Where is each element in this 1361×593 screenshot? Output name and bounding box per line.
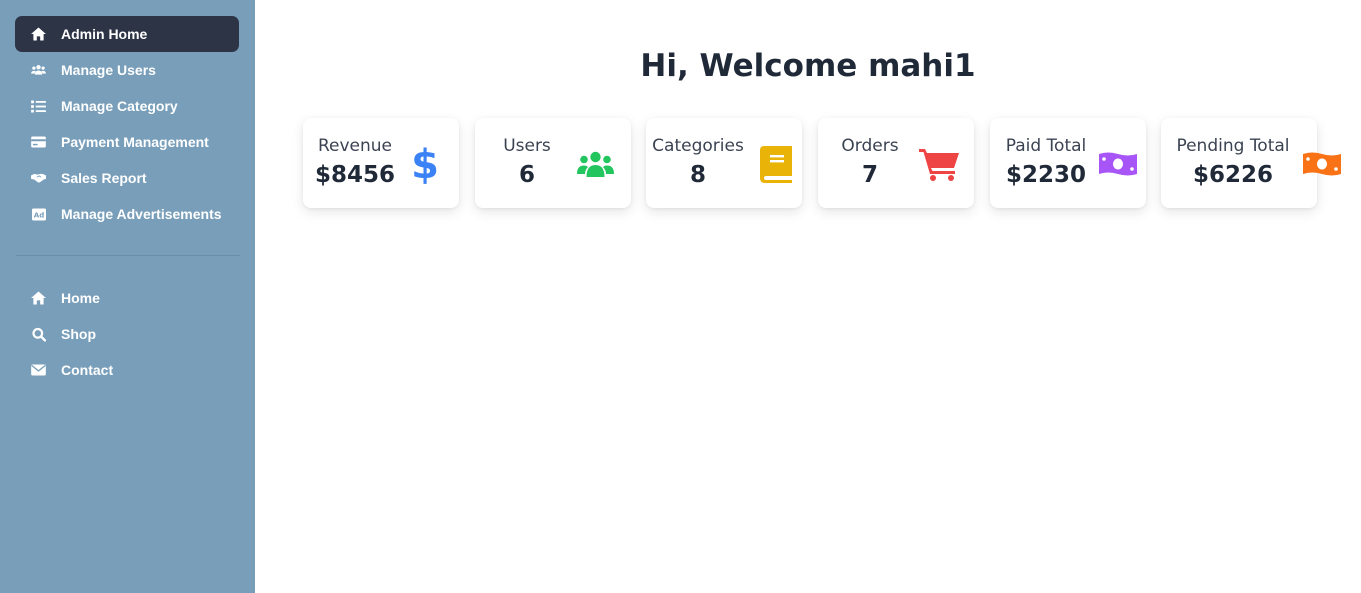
main-content: Hi, Welcome mahi1 Revenue $8456 $ Users …	[255, 0, 1361, 593]
sidebar-item-admin-home[interactable]: Admin Home	[15, 16, 239, 52]
ad-icon: Ad	[31, 207, 46, 222]
stat-card-text: Pending Total $6226	[1161, 136, 1305, 188]
sidebar-item-label: Manage Category	[61, 98, 178, 114]
credit-card-icon	[31, 135, 46, 150]
stat-card-revenue: Revenue $8456 $	[303, 118, 459, 208]
sidebar-item-sales-report[interactable]: Sales Report	[15, 160, 239, 196]
book-icon	[756, 144, 796, 184]
stat-card-text: Categories 8	[646, 136, 750, 188]
stat-card-orders: Orders 7	[818, 118, 974, 208]
stat-card-categories: Categories 8	[646, 118, 802, 208]
sidebar-item-label: Manage Advertisements	[61, 206, 222, 222]
stat-card-label: Revenue	[317, 136, 393, 156]
sidebar-item-shop[interactable]: Shop	[15, 316, 239, 352]
home-icon	[31, 291, 46, 306]
app-layout: Admin Home Manage Users Manage Category …	[0, 0, 1361, 593]
sidebar-item-manage-users[interactable]: Manage Users	[15, 52, 239, 88]
sidebar-item-manage-category[interactable]: Manage Category	[15, 88, 239, 124]
sidebar-item-manage-advertisements[interactable]: Ad Manage Advertisements	[15, 196, 239, 232]
sidebar-item-label: Shop	[61, 326, 96, 342]
stat-card-label: Categories	[652, 136, 744, 156]
cart-icon	[919, 144, 959, 184]
stat-card-value: $6226	[1192, 162, 1274, 188]
svg-text:$: $	[413, 144, 437, 184]
sidebar-divider	[16, 255, 240, 256]
sidebar-item-label: Payment Management	[61, 134, 209, 150]
stat-card-pending-total: Pending Total $6226	[1161, 118, 1341, 208]
svg-text:Ad: Ad	[33, 211, 43, 219]
stat-card-text: Orders 7	[818, 136, 922, 188]
money-bill-icon	[1098, 144, 1138, 184]
stat-card-value: 7	[861, 162, 878, 188]
sidebar-item-label: Sales Report	[61, 170, 147, 186]
stat-card-paid-total: Paid Total $2230	[990, 118, 1146, 208]
users-icon	[31, 63, 46, 78]
search-icon	[31, 327, 46, 342]
stat-card-label: Users	[503, 136, 551, 156]
stat-card-label: Orders	[841, 136, 899, 156]
money-bill-icon	[1303, 144, 1341, 184]
stat-card-value: 6	[518, 162, 535, 188]
sidebar-item-payment-management[interactable]: Payment Management	[15, 124, 239, 160]
stat-card-text: Revenue $8456	[303, 136, 407, 188]
stat-card-text: Users 6	[475, 136, 579, 188]
handshake-icon	[31, 171, 46, 186]
sidebar-item-label: Admin Home	[61, 26, 148, 42]
stat-card-value: $2230	[1005, 162, 1087, 188]
stat-card-label: Pending Total	[1176, 136, 1290, 156]
sidebar-item-home[interactable]: Home	[15, 280, 239, 316]
stat-card-value: 8	[689, 162, 706, 188]
sidebar-item-label: Manage Users	[61, 62, 156, 78]
sidebar: Admin Home Manage Users Manage Category …	[0, 0, 255, 593]
stat-card-value: $8456	[314, 162, 396, 188]
sidebar-item-contact[interactable]: Contact	[15, 352, 239, 388]
stat-card-users: Users 6	[475, 118, 631, 208]
dollar-icon: $	[405, 144, 445, 184]
list-icon	[31, 99, 46, 114]
page-title: Hi, Welcome mahi1	[640, 48, 976, 84]
stat-card-label: Paid Total	[1005, 136, 1087, 156]
stat-card-text: Paid Total $2230	[990, 136, 1102, 188]
envelope-icon	[31, 363, 46, 378]
sidebar-item-label: Contact	[61, 362, 114, 378]
users-icon	[575, 144, 615, 184]
home-icon	[31, 27, 46, 42]
sidebar-item-label: Home	[61, 290, 100, 306]
